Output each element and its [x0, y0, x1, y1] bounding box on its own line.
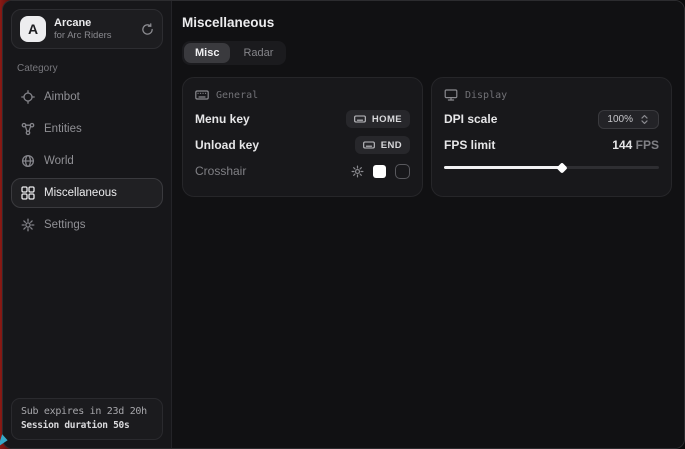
tab-misc[interactable]: Misc [184, 43, 230, 63]
crosshair-row: Crosshair [195, 158, 410, 184]
monitor-icon [444, 88, 458, 102]
display-card: Display DPI scale 100% FPS limit [431, 77, 672, 197]
keyboard-icon [354, 113, 366, 125]
entities-icon [21, 122, 35, 136]
tab-radar[interactable]: Radar [232, 43, 284, 63]
menu-key-bind-button[interactable]: HOME [346, 110, 410, 128]
chevrons-up-down-icon [639, 114, 650, 125]
card-grid: General Menu key HOME Unload key [182, 77, 672, 197]
card-title: General [216, 90, 258, 101]
main-content: Miscellaneous Misc Radar General [172, 1, 684, 448]
sidebar-item-label: Entities [44, 123, 82, 135]
menu-key-row: Menu key HOME [195, 106, 410, 132]
sidebar-item-label: Settings [44, 219, 86, 231]
dpi-scale-select[interactable]: 100% [598, 110, 659, 129]
unload-key-value: END [381, 140, 402, 151]
session-duration-text: Session duration 50s [21, 419, 153, 432]
sync-icon[interactable] [141, 23, 154, 36]
gear-icon [21, 218, 35, 232]
dpi-scale-label: DPI scale [444, 112, 497, 126]
fps-limit-slider[interactable] [444, 160, 659, 174]
sidebar-item-aimbot[interactable]: Aimbot [11, 82, 163, 112]
sidebar-item-miscellaneous[interactable]: Miscellaneous [11, 178, 163, 208]
sidebar-item-label: Miscellaneous [44, 187, 117, 199]
card-title: Display [465, 90, 507, 101]
account-text: Arcane for Arc Riders [54, 17, 133, 42]
keyboard-icon [363, 139, 375, 151]
tab-bar: Misc Radar [182, 41, 286, 65]
fps-unit: FPS [632, 138, 659, 152]
crosshair-checkbox[interactable] [395, 164, 410, 179]
fps-limit-label: FPS limit [444, 138, 495, 152]
sub-expires-text: Sub expires in 23d 20h [21, 405, 153, 419]
general-card-header: General [195, 88, 410, 102]
slider-thumb[interactable] [557, 162, 568, 173]
sidebar: A Arcane for Arc Riders Category Aimbot [3, 1, 172, 448]
display-card-header: Display [444, 88, 659, 102]
sidebar-item-settings[interactable]: Settings [11, 210, 163, 240]
subscription-info: Sub expires in 23d 20h Session duration … [11, 398, 163, 440]
sidebar-item-label: World [44, 155, 74, 167]
general-card: General Menu key HOME Unload key [182, 77, 423, 197]
app-window: A Arcane for Arc Riders Category Aimbot [2, 0, 685, 449]
crosshair-icon [21, 90, 35, 104]
menu-key-label: Menu key [195, 112, 250, 126]
crosshair-controls [351, 164, 410, 179]
keyboard-icon [195, 88, 209, 102]
sidebar-item-label: Aimbot [44, 91, 80, 103]
crosshair-color-swatch[interactable] [373, 165, 386, 178]
fps-limit-row: FPS limit 144 FPS [444, 132, 659, 158]
crosshair-settings-gear-icon[interactable] [351, 165, 364, 178]
unload-key-row: Unload key END [195, 132, 410, 158]
unload-key-label: Unload key [195, 138, 259, 152]
page-title: Miscellaneous [182, 15, 672, 30]
app-subtitle: for Arc Riders [54, 30, 133, 42]
fps-number: 144 [612, 138, 632, 152]
slider-fill [444, 166, 562, 169]
sidebar-item-entities[interactable]: Entities [11, 114, 163, 144]
app-title: Arcane [54, 17, 133, 30]
app-logo: A [20, 16, 46, 42]
grid-icon [21, 186, 35, 200]
globe-icon [21, 154, 35, 168]
menu-key-value: HOME [372, 114, 402, 125]
category-label: Category [17, 63, 157, 74]
fps-limit-value: 144 FPS [612, 138, 659, 152]
sidebar-nav: Aimbot Entities World [11, 82, 163, 240]
account-card[interactable]: A Arcane for Arc Riders [11, 9, 163, 49]
unload-key-bind-button[interactable]: END [355, 136, 410, 154]
crosshair-label: Crosshair [195, 164, 246, 178]
sidebar-item-world[interactable]: World [11, 146, 163, 176]
dpi-scale-value: 100% [607, 114, 633, 125]
dpi-scale-row: DPI scale 100% [444, 106, 659, 132]
